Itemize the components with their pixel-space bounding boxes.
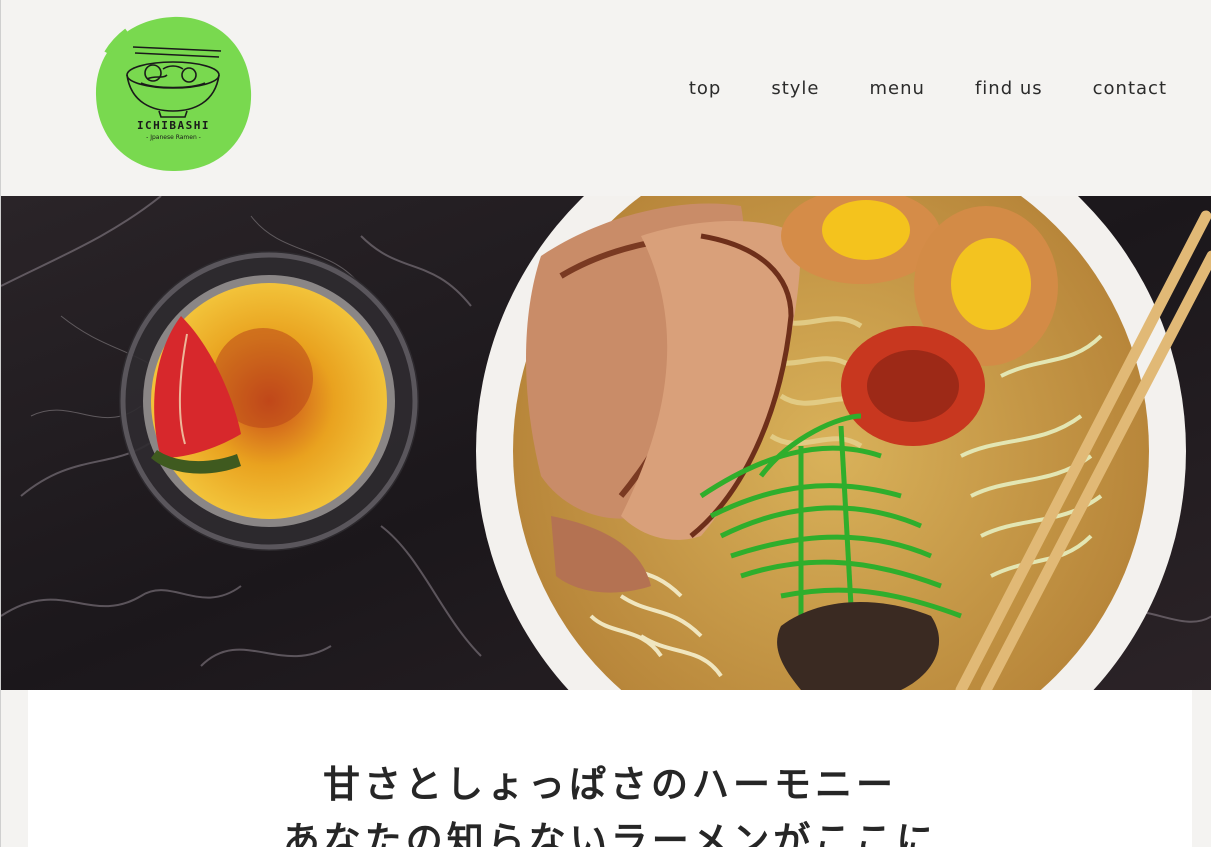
headline-line-1: 甘さとしょっぱさのハーモニー (323, 762, 897, 806)
ramen-photo-illustration (1, 196, 1211, 690)
site-header: ICHIBASHI - Jpanese Ramen - top style me… (1, 0, 1211, 196)
nav-item-top[interactable]: top (689, 78, 722, 99)
ramen-bowl-logo-icon (95, 16, 252, 172)
main-nav: top style menu find us contact (639, 78, 1167, 99)
brand-name: ICHIBASHI (136, 119, 211, 132)
intro-card: 甘さとしょっぱさのハーモニー あなたの知らないラーメンがここに (28, 690, 1192, 847)
nav-item-find-us[interactable]: find us (975, 78, 1043, 99)
headline-line-2: あなたの知らないラーメンがここに (282, 818, 938, 847)
logo[interactable]: ICHIBASHI - Jpanese Ramen - (93, 13, 254, 174)
nav-item-style[interactable]: style (771, 78, 819, 99)
hero-image (1, 196, 1211, 690)
brand-tagline: - Jpanese Ramen - (146, 134, 201, 141)
page: ICHIBASHI - Jpanese Ramen - top style me… (0, 0, 1211, 847)
nav-item-menu[interactable]: menu (870, 78, 925, 99)
main-headline: 甘さとしょっぱさのハーモニー あなたの知らないラーメンがここに (28, 757, 1192, 847)
nav-item-contact[interactable]: contact (1093, 78, 1167, 99)
